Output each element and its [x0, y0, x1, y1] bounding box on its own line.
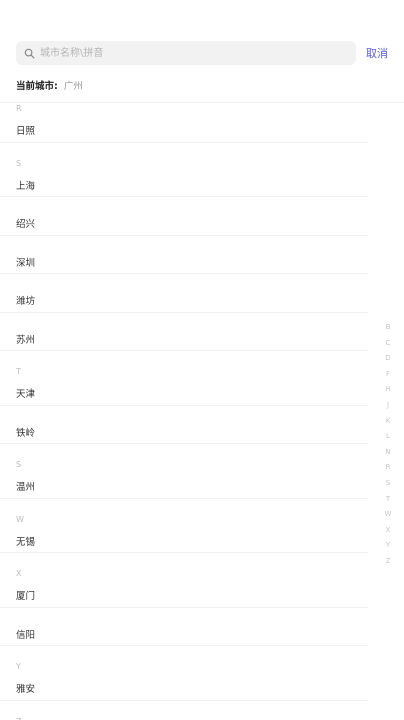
city-item[interactable]: 铁岭 — [16, 425, 35, 439]
index-letter[interactable]: J — [387, 398, 389, 414]
row-divider — [0, 311, 368, 313]
header-divider — [0, 102, 404, 103]
group-letter-header: X — [16, 569, 22, 578]
row-divider — [0, 443, 368, 444]
city-picker-screen: 取消 当前城市: 广州 R 日照 S 上海绍兴深圳潍坊苏州 T 天津铁岭 S 温州 W 无锡 X 厦门… — [0, 0, 404, 720]
row-divider — [0, 699, 368, 701]
city-item[interactable]: 深圳 — [16, 255, 35, 269]
index-letter[interactable]: F — [386, 367, 390, 383]
city-item[interactable]: 厦门 — [16, 588, 35, 602]
index-letter[interactable]: D — [385, 351, 390, 367]
index-letter[interactable]: S — [386, 476, 390, 492]
row-divider — [0, 497, 368, 499]
city-item[interactable]: 潍坊 — [16, 293, 35, 307]
search-icon — [22, 46, 36, 60]
index-letter[interactable]: K — [386, 414, 391, 430]
row-divider — [0, 404, 368, 406]
group-letter-header: S — [16, 460, 22, 469]
city-item[interactable]: 绍兴 — [16, 216, 35, 230]
row-divider — [0, 606, 368, 608]
row-divider — [0, 350, 368, 351]
city-item[interactable]: 上海 — [16, 178, 35, 192]
index-letter[interactable]: Z — [386, 554, 391, 570]
current-city-value[interactable]: 广州 — [64, 78, 83, 92]
group-letter-header: R — [16, 104, 22, 113]
index-letter[interactable]: T — [386, 492, 390, 508]
city-item[interactable]: 苏州 — [16, 332, 35, 346]
index-letter[interactable]: X — [386, 523, 391, 539]
city-item[interactable]: 信阳 — [16, 627, 35, 641]
row-divider — [0, 273, 368, 274]
alphabet-index-bar[interactable]: BCDFHJKLNRSTWXYZ — [382, 320, 394, 570]
row-divider — [0, 141, 368, 143]
cancel-button[interactable]: 取消 — [366, 45, 388, 61]
index-letter[interactable]: H — [385, 382, 390, 398]
index-letter[interactable]: R — [386, 460, 391, 476]
row-divider — [0, 196, 368, 197]
current-city: 当前城市: 广州 — [16, 78, 83, 92]
index-letter[interactable]: Y — [386, 538, 390, 554]
group-letter-header: S — [16, 158, 22, 168]
city-item[interactable]: 温州 — [16, 479, 35, 493]
search-input[interactable] — [40, 43, 356, 63]
city-item[interactable]: 雅安 — [16, 681, 35, 695]
row-divider — [0, 645, 368, 646]
search-box[interactable] — [16, 41, 356, 65]
group-letter-header: T — [16, 367, 21, 376]
index-letter[interactable]: N — [385, 445, 390, 461]
city-item[interactable]: 天津 — [16, 386, 35, 400]
search-bar: 取消 — [16, 40, 392, 66]
group-letter-header: Z — [16, 717, 21, 720]
index-letter[interactable]: B — [386, 320, 391, 336]
row-divider — [0, 234, 368, 236]
city-item[interactable]: 无锡 — [16, 534, 35, 548]
group-letter-header: W — [16, 514, 24, 524]
group-letter-header: Y — [16, 662, 21, 671]
index-letter[interactable]: C — [386, 336, 391, 352]
city-item[interactable]: 日照 — [16, 123, 35, 137]
current-city-label: 当前城市: — [16, 81, 58, 92]
index-letter[interactable]: L — [386, 429, 390, 445]
row-divider — [0, 552, 368, 553]
index-letter[interactable]: W — [385, 507, 392, 523]
